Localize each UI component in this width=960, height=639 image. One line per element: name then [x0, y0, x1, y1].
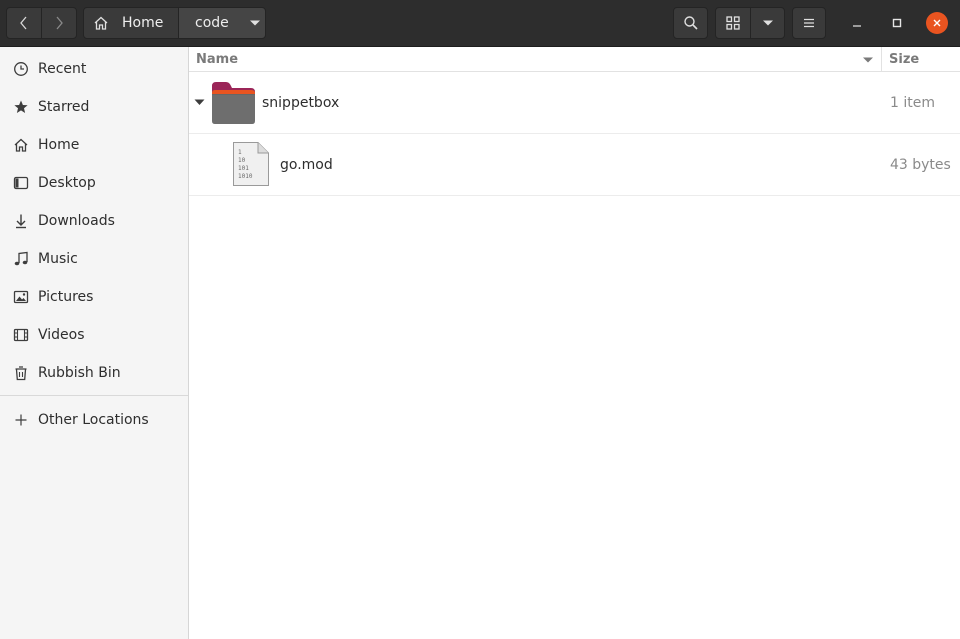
- header-bar: Home code: [0, 0, 960, 47]
- home-icon: [13, 137, 29, 153]
- forward-button[interactable]: [41, 7, 77, 39]
- picture-icon: [13, 289, 29, 305]
- column-header-name[interactable]: Name: [189, 47, 882, 72]
- view-grid-button[interactable]: [715, 7, 751, 39]
- maximize-icon: [892, 18, 902, 28]
- sidebar-item-recent[interactable]: Recent: [0, 50, 188, 88]
- sidebar-item-label: Downloads: [38, 213, 115, 229]
- sidebar-item-music[interactable]: Music: [0, 240, 188, 278]
- minimize-icon: [853, 25, 861, 27]
- table-row[interactable]: 1 10 101 1010 go.mod 43 bytes: [189, 134, 960, 196]
- desktop-icon: [13, 175, 29, 191]
- sidebar-item-label: Rubbish Bin: [38, 365, 121, 381]
- chevron-down-icon: [762, 20, 773, 26]
- svg-text:10: 10: [238, 157, 246, 164]
- file-name: snippetbox: [262, 95, 340, 111]
- sidebar-item-label: Starred: [38, 99, 90, 115]
- view-options-button[interactable]: [750, 7, 785, 39]
- close-icon: [933, 19, 941, 27]
- binary-file-icon: 1 10 101 1010: [233, 142, 269, 186]
- home-icon: [94, 16, 108, 30]
- file-list: Name Size snippetbox 1 item 1 10 101 101…: [189, 47, 960, 639]
- sidebar-item-label: Desktop: [38, 175, 96, 191]
- sidebar-item-pictures[interactable]: Pictures: [0, 278, 188, 316]
- grid-icon: [726, 16, 740, 30]
- trash-icon: [13, 365, 29, 381]
- music-icon: [13, 251, 29, 267]
- sidebar-item-starred[interactable]: Starred: [0, 88, 188, 126]
- chevron-left-icon: [20, 16, 27, 30]
- folder-icon: [212, 82, 255, 124]
- minimize-button[interactable]: [846, 12, 868, 34]
- video-icon: [13, 327, 29, 343]
- column-header-size-label: Size: [889, 52, 920, 67]
- svg-text:101: 101: [238, 165, 249, 172]
- table-row[interactable]: snippetbox 1 item: [189, 72, 960, 134]
- sidebar-item-desktop[interactable]: Desktop: [0, 164, 188, 202]
- sidebar-item-label: Videos: [38, 327, 85, 343]
- sidebar-item-label: Home: [38, 137, 80, 153]
- close-button[interactable]: [926, 12, 948, 34]
- svg-text:1: 1: [238, 149, 242, 156]
- chevron-down-icon: [249, 20, 260, 26]
- sidebar-item-videos[interactable]: Videos: [0, 316, 188, 354]
- sidebar-item-rubbish-bin[interactable]: Rubbish Bin: [0, 354, 188, 392]
- breadcrumb-code-label: code: [195, 15, 229, 31]
- sidebar-divider: [0, 395, 188, 396]
- file-name: go.mod: [280, 157, 333, 173]
- hamburger-menu-icon: [804, 18, 814, 28]
- chevron-right-icon: [56, 16, 63, 30]
- menu-button[interactable]: [792, 7, 826, 39]
- sidebar-item-home[interactable]: Home: [0, 126, 188, 164]
- download-icon: [13, 213, 29, 229]
- sidebar-item-label: Music: [38, 251, 78, 267]
- sort-descending-icon: [863, 57, 873, 63]
- breadcrumb-code[interactable]: code: [178, 7, 266, 39]
- star-icon: [13, 99, 29, 115]
- clock-icon: [13, 61, 29, 77]
- column-header-row: Name Size: [189, 47, 960, 72]
- search-icon: [683, 16, 698, 30]
- sidebar-item-label: Pictures: [38, 289, 94, 305]
- file-size: 43 bytes: [890, 157, 951, 173]
- search-button[interactable]: [673, 7, 708, 39]
- plus-icon: [13, 412, 29, 428]
- sidebar-item-downloads[interactable]: Downloads: [0, 202, 188, 240]
- file-size: 1 item: [890, 95, 935, 111]
- sidebar-item-label: Recent: [38, 61, 87, 77]
- svg-text:1010: 1010: [238, 173, 253, 180]
- breadcrumb-home[interactable]: Home: [83, 7, 179, 39]
- column-header-name-label: Name: [196, 52, 239, 67]
- expander-down-icon[interactable]: [194, 99, 205, 106]
- sidebar: Recent Starred Home Desktop Downloads Mu…: [0, 47, 189, 639]
- sidebar-item-other-locations[interactable]: Other Locations: [0, 401, 188, 439]
- breadcrumb-home-label: Home: [122, 15, 164, 31]
- column-header-size[interactable]: Size: [883, 47, 960, 72]
- maximize-button[interactable]: [886, 12, 908, 34]
- back-button[interactable]: [6, 7, 42, 39]
- sidebar-item-label: Other Locations: [38, 412, 149, 428]
